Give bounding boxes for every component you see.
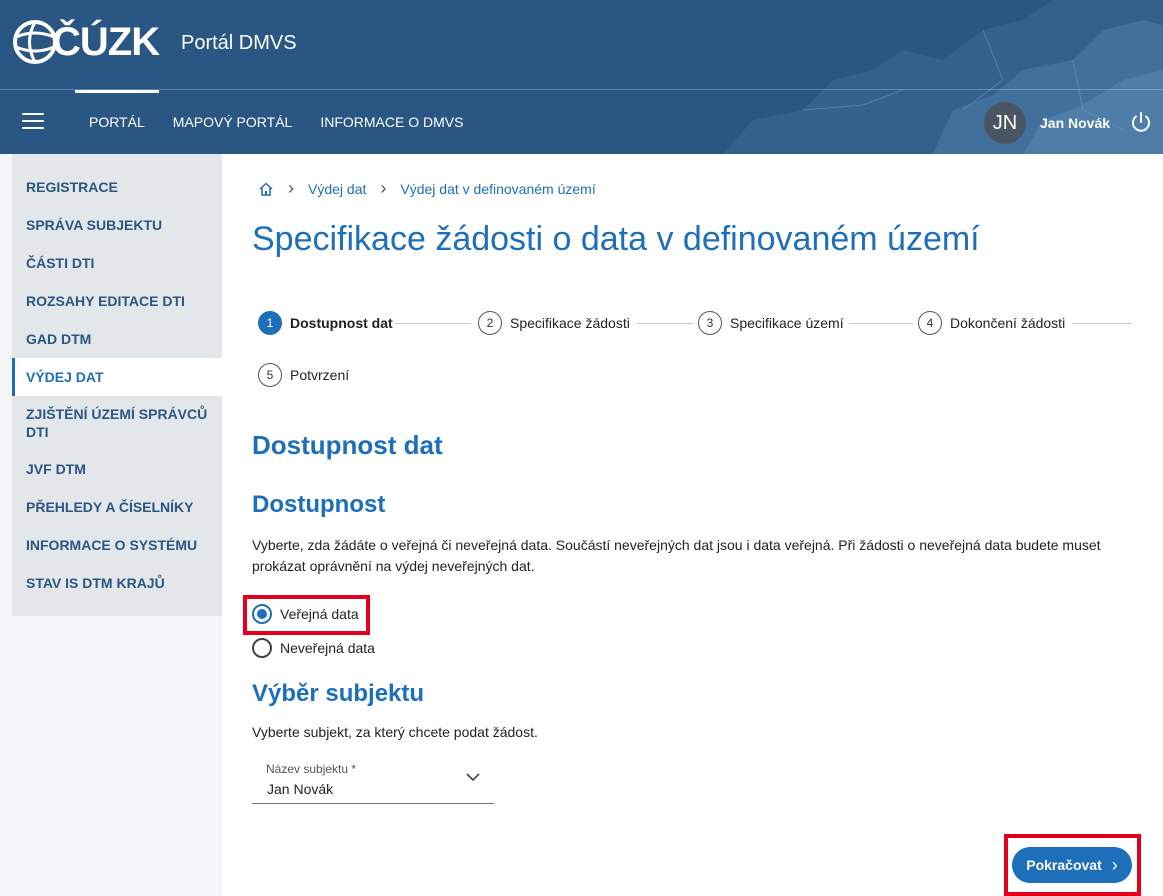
step-number: 2 <box>478 311 502 335</box>
sidebar-item-dti-admin-territory[interactable]: Zjištění území správců DTI <box>12 396 222 450</box>
availability-description: Vyberte, zda žádáte o veřejná či neveřej… <box>252 537 1101 574</box>
chevron-right-icon: › <box>288 178 294 198</box>
page-title: Specifikace žádosti o data v definovaném… <box>252 220 980 258</box>
app-header: ČÚZK Portál DMVS Portál Mapový portál In… <box>0 0 1163 154</box>
nav-item-map-portal[interactable]: Mapový portál <box>159 90 307 154</box>
main-content: › Výdej dat › Výdej dat v definovaném úz… <box>222 154 1163 896</box>
cuzk-logo[interactable]: ČÚZK <box>12 16 160 68</box>
select-label: Název subjektu * <box>266 762 357 776</box>
step-connector <box>395 323 471 324</box>
sidebar-item-registration[interactable]: Registrace <box>12 168 222 206</box>
step-label: Potvrzení <box>290 367 350 383</box>
breadcrumb: › Výdej dat › Výdej dat v definovaném úz… <box>258 178 596 199</box>
step-label: Dokončení žádosti <box>950 315 1066 331</box>
step-completion[interactable]: 4 Dokončení žádosti <box>918 311 1065 335</box>
radio-unchecked-icon <box>252 638 272 658</box>
select-value: Jan Novák <box>267 781 334 797</box>
stepper: 1 Dostupnost dat 2 Specifikace žádosti 3… <box>258 311 1138 391</box>
sidebar-item-gad-dtm[interactable]: GAD DTM <box>12 320 222 358</box>
step-confirmation[interactable]: 5 Potvrzení <box>258 363 349 387</box>
radio-checked-icon <box>252 604 272 624</box>
power-icon[interactable] <box>1129 111 1153 135</box>
chevron-right-icon: › <box>380 178 387 198</box>
step-number: 1 <box>258 311 282 335</box>
chevron-right-icon: › <box>1111 854 1118 875</box>
home-icon[interactable] <box>258 181 274 197</box>
chevron-down-icon[interactable] <box>466 772 480 782</box>
step-number: 4 <box>918 311 942 335</box>
subject-select[interactable]: Název subjektu * Jan Novák <box>252 756 494 804</box>
hamburger-menu-icon[interactable] <box>22 113 44 131</box>
sidebar-item-system-info[interactable]: Informace o systému <box>12 526 222 564</box>
step-number: 3 <box>698 311 722 335</box>
step-number: 5 <box>258 363 282 387</box>
step-connector <box>849 323 913 324</box>
nav-item-dmvs-info[interactable]: Informace o DMVS <box>306 90 477 154</box>
sidebar-item-overviews[interactable]: Přehledy a číselníky <box>12 488 222 526</box>
logo-text: ČÚZK <box>52 19 160 64</box>
step-territory-spec[interactable]: 3 Specifikace území <box>698 311 844 335</box>
radio-nonpublic-data[interactable]: Neveřejná data <box>252 638 375 658</box>
availability-title: Dostupnost <box>252 491 386 518</box>
continue-button[interactable]: Pokračovat › <box>1012 847 1132 883</box>
step-connector <box>637 323 693 324</box>
step-connector <box>1072 323 1132 324</box>
continue-label: Pokračovat <box>1026 857 1102 873</box>
sidebar-item-dti-edit-ranges[interactable]: Rozsahy editace DTI <box>12 282 222 320</box>
radio-label: Veřejná data <box>280 606 359 622</box>
step-label: Specifikace žádosti <box>510 315 630 331</box>
subject-description: Vyberte subjekt, za který chcete podat ž… <box>252 724 538 740</box>
step-availability[interactable]: 1 Dostupnost dat <box>258 311 393 335</box>
step-label: Dostupnost dat <box>290 315 393 331</box>
radio-label: Neveřejná data <box>280 640 375 656</box>
breadcrumb-item-data-issue[interactable]: Výdej dat <box>308 181 366 197</box>
sidebar-item-subject-management[interactable]: Správa subjektu <box>12 206 222 244</box>
user-menu[interactable]: JN Jan Novák <box>984 102 1110 144</box>
radio-public-data[interactable]: Veřejná data <box>252 604 359 624</box>
subject-title: Výběr subjektu <box>252 680 425 707</box>
sidebar-item-dti-parts[interactable]: Části DTI <box>12 244 222 282</box>
breadcrumb-item-current[interactable]: Výdej dat v definovaném území <box>400 181 595 197</box>
sidebar-item-jvf-dtm[interactable]: JVF DTM <box>12 450 222 488</box>
step-label: Specifikace území <box>730 315 844 331</box>
user-name[interactable]: Jan Novák <box>1040 115 1110 131</box>
main-nav: Portál Mapový portál Informace o DMVS <box>75 90 477 154</box>
nav-item-portal[interactable]: Portál <box>75 90 159 154</box>
sidebar-item-data-issue[interactable]: Výdej dat <box>12 358 222 396</box>
step-request-spec[interactable]: 2 Specifikace žádosti <box>478 311 630 335</box>
sidebar-item-region-status[interactable]: Stav IS DTM krajů <box>12 564 222 602</box>
avatar[interactable]: JN <box>984 102 1026 144</box>
section-title: Dostupnost dat <box>252 430 443 460</box>
sidebar: Registrace Správa subjektu Části DTI Roz… <box>12 154 222 616</box>
app-title: Portál DMVS <box>181 32 297 54</box>
